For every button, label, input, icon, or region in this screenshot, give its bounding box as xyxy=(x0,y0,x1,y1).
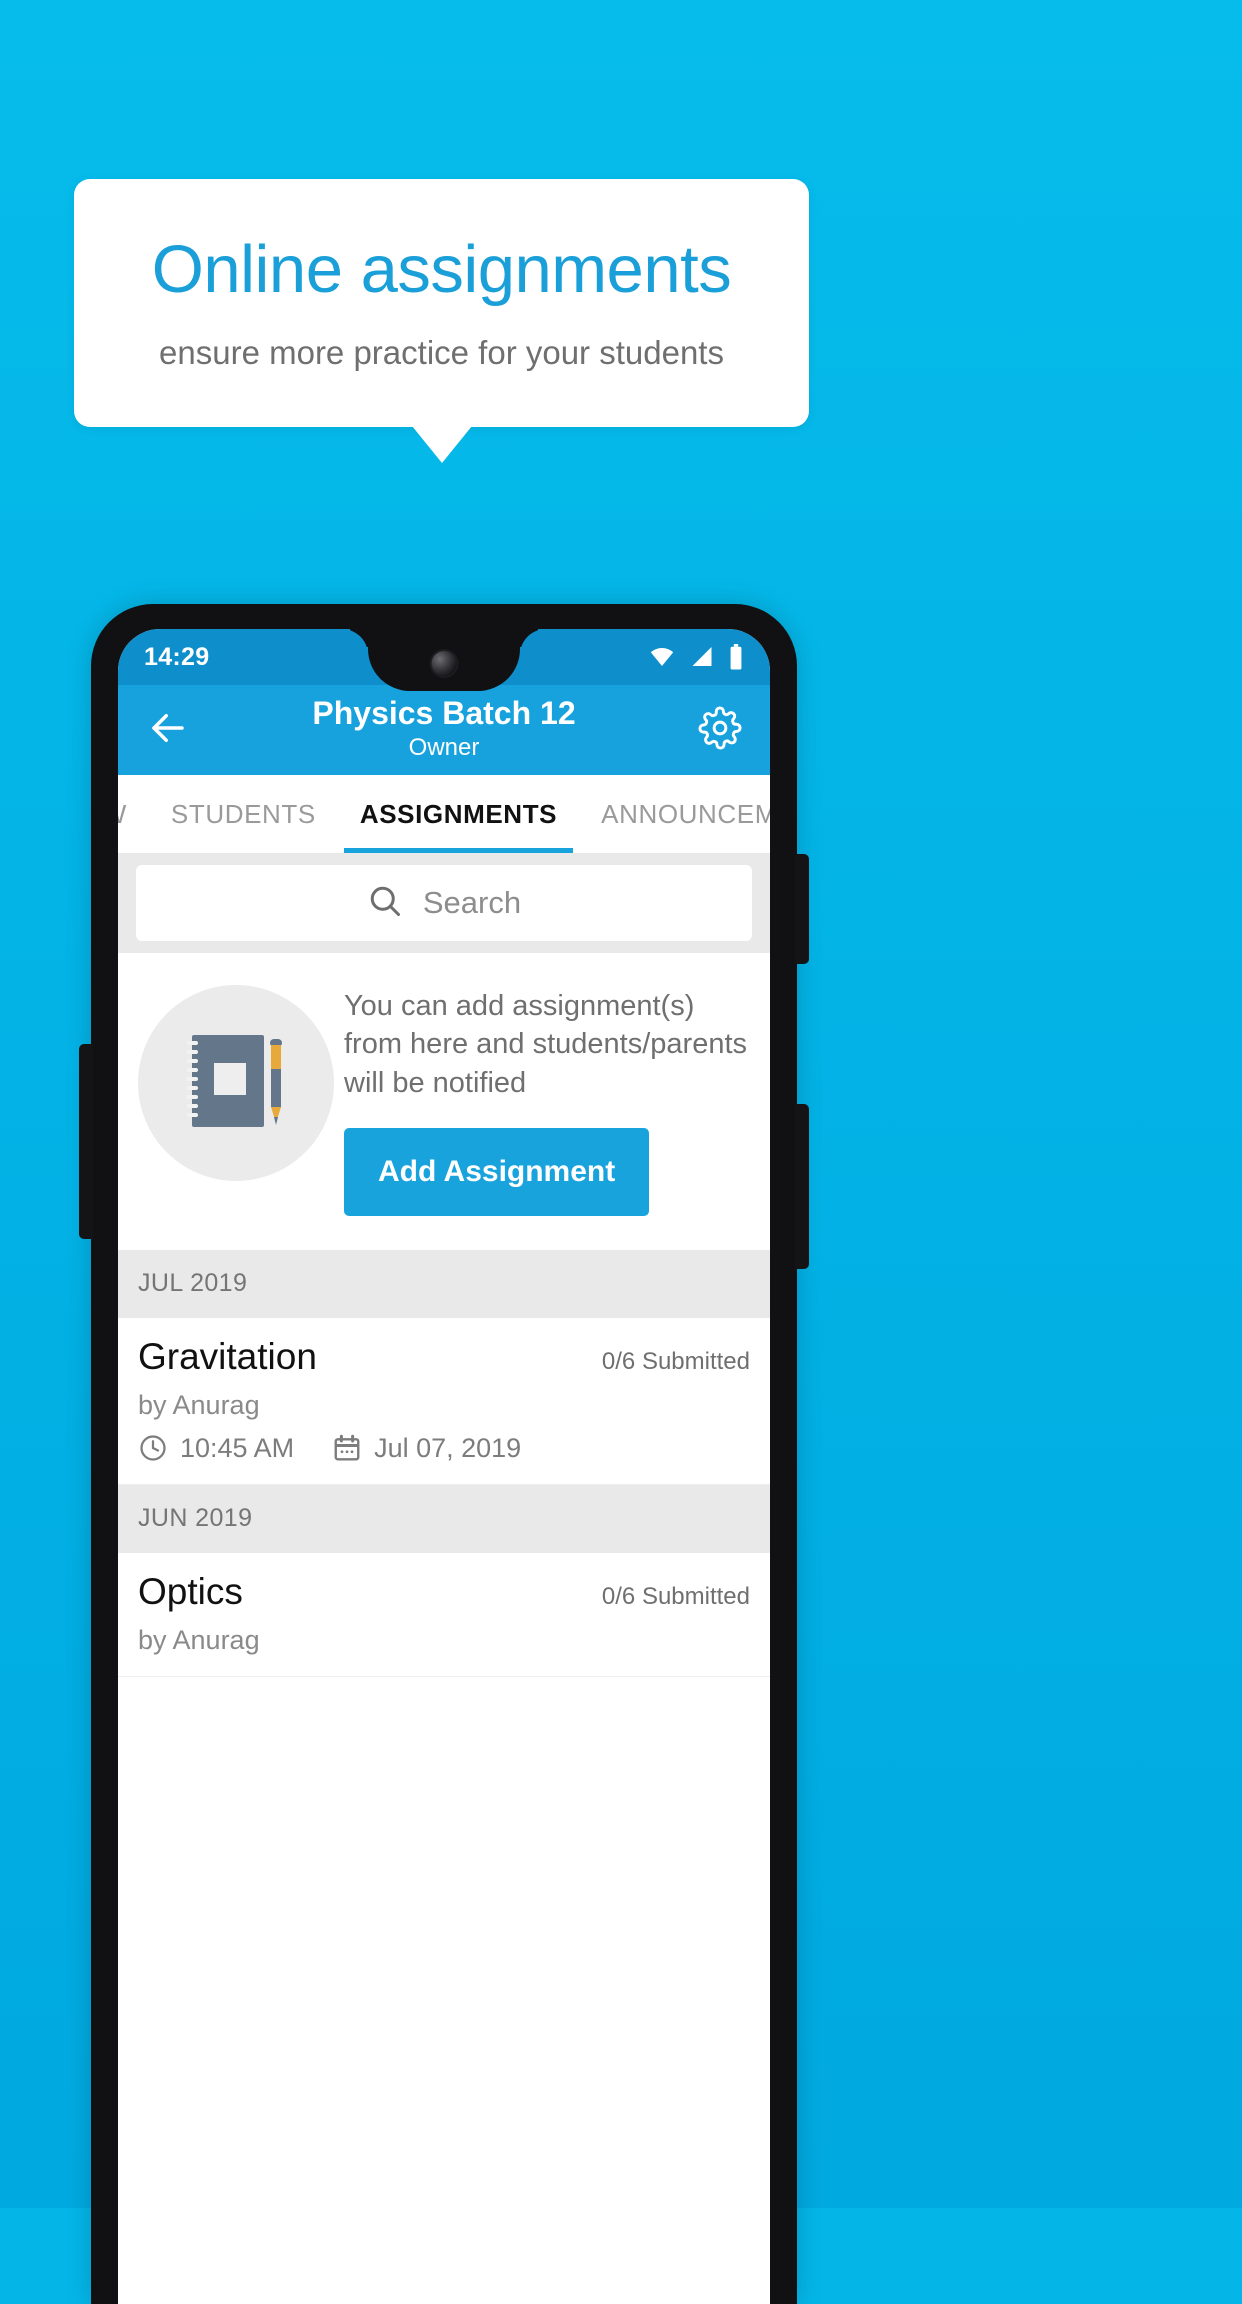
empty-state-content: You can add assignment(s) from here and … xyxy=(344,979,750,1216)
promo-callout: Online assignments ensure more practice … xyxy=(74,179,809,463)
assignment-header: Optics 0/6 Submitted xyxy=(138,1571,750,1613)
promo-subtitle: ensure more practice for your students xyxy=(159,334,724,372)
assignment-submitted-count: 0/6 Submitted xyxy=(601,1347,750,1375)
phone-button-power xyxy=(795,854,809,964)
month-header-jun: JUN 2019 xyxy=(118,1484,770,1553)
assignment-time: 10:45 AM xyxy=(180,1432,295,1463)
clock-icon xyxy=(138,1433,168,1463)
tab-announcements[interactable]: ANNOUNCEM xyxy=(579,775,770,853)
assignment-header: Gravitation 0/6 Submitted xyxy=(138,1336,750,1378)
tab-students[interactable]: STUDENTS xyxy=(149,775,338,853)
month-header-jul: JUL 2019 xyxy=(118,1249,770,1318)
page-title: Physics Batch 12 xyxy=(312,695,576,732)
phone-notch xyxy=(368,629,520,691)
tab-students-label: STUDENTS xyxy=(170,798,316,829)
tab-overview-label: IEW xyxy=(118,799,127,830)
assignment-name: Gravitation xyxy=(138,1335,317,1377)
battery-icon xyxy=(728,644,744,670)
empty-state-message: You can add assignment(s) from here and … xyxy=(344,990,748,1099)
assignment-author: by Anurag xyxy=(138,1389,260,1420)
assignment-meta: 10:45 AM Jul 07, 2019 xyxy=(138,1433,750,1464)
assignment-name: Optics xyxy=(138,1570,243,1612)
back-button[interactable] xyxy=(142,704,194,756)
front-camera-icon xyxy=(431,651,457,676)
phone-button-left xyxy=(79,1044,93,1239)
tab-assignments-label: ASSIGNMENTS xyxy=(359,798,558,829)
empty-state: You can add assignment(s) from here and … xyxy=(118,953,770,1250)
status-icons xyxy=(647,644,744,670)
phone-button-volume xyxy=(795,1104,809,1269)
status-time: 14:29 xyxy=(144,642,210,671)
phone-mockup: 14:29 Physics Batch 12 Owner STUDENTS AS… xyxy=(79,604,809,2304)
signal-icon xyxy=(689,645,716,669)
search-section: Search xyxy=(118,853,770,953)
app-bar-titles: Physics Batch 12 Owner xyxy=(194,695,694,762)
search-icon xyxy=(367,883,403,924)
callout-tail xyxy=(411,426,472,463)
empty-state-illustration xyxy=(138,985,334,1181)
phone-screen: 14:29 Physics Batch 12 Owner STUDENTS AS… xyxy=(118,629,770,2304)
tab-overview[interactable]: IEW xyxy=(118,775,149,853)
calendar-icon xyxy=(332,1433,362,1463)
status-bar: 14:29 xyxy=(118,629,770,691)
add-assignment-button[interactable]: Add Assignment xyxy=(344,1127,650,1216)
assignment-date: Jul 07, 2019 xyxy=(374,1432,522,1463)
promo-title: Online assignments xyxy=(151,232,732,308)
assignment-submitted-count: 0/6 Submitted xyxy=(601,1582,750,1610)
search-input[interactable]: Search xyxy=(136,865,752,941)
assignment-row-gravitation[interactable]: Gravitation 0/6 Submitted by Anurag 10:4… xyxy=(118,1317,770,1485)
wifi-icon xyxy=(647,645,677,669)
assignment-author: by Anurag xyxy=(138,1624,260,1655)
tab-bar: IEW STUDENTS ASSIGNMENTS ANNOUNCEM xyxy=(118,775,770,853)
app-bar: Physics Batch 12 Owner xyxy=(118,685,770,775)
notebook-and-pen-icon xyxy=(178,1025,294,1142)
back-arrow-icon xyxy=(147,707,189,754)
settings-button[interactable] xyxy=(694,704,746,756)
assignment-row-optics[interactable]: Optics 0/6 Submitted by Anurag xyxy=(118,1552,770,1677)
tab-assignments[interactable]: ASSIGNMENTS xyxy=(338,775,579,853)
gear-icon xyxy=(698,705,742,755)
page-subtitle: Owner xyxy=(408,733,480,761)
search-placeholder: Search xyxy=(422,885,522,920)
tab-announcements-label: ANNOUNCEM xyxy=(601,798,770,829)
